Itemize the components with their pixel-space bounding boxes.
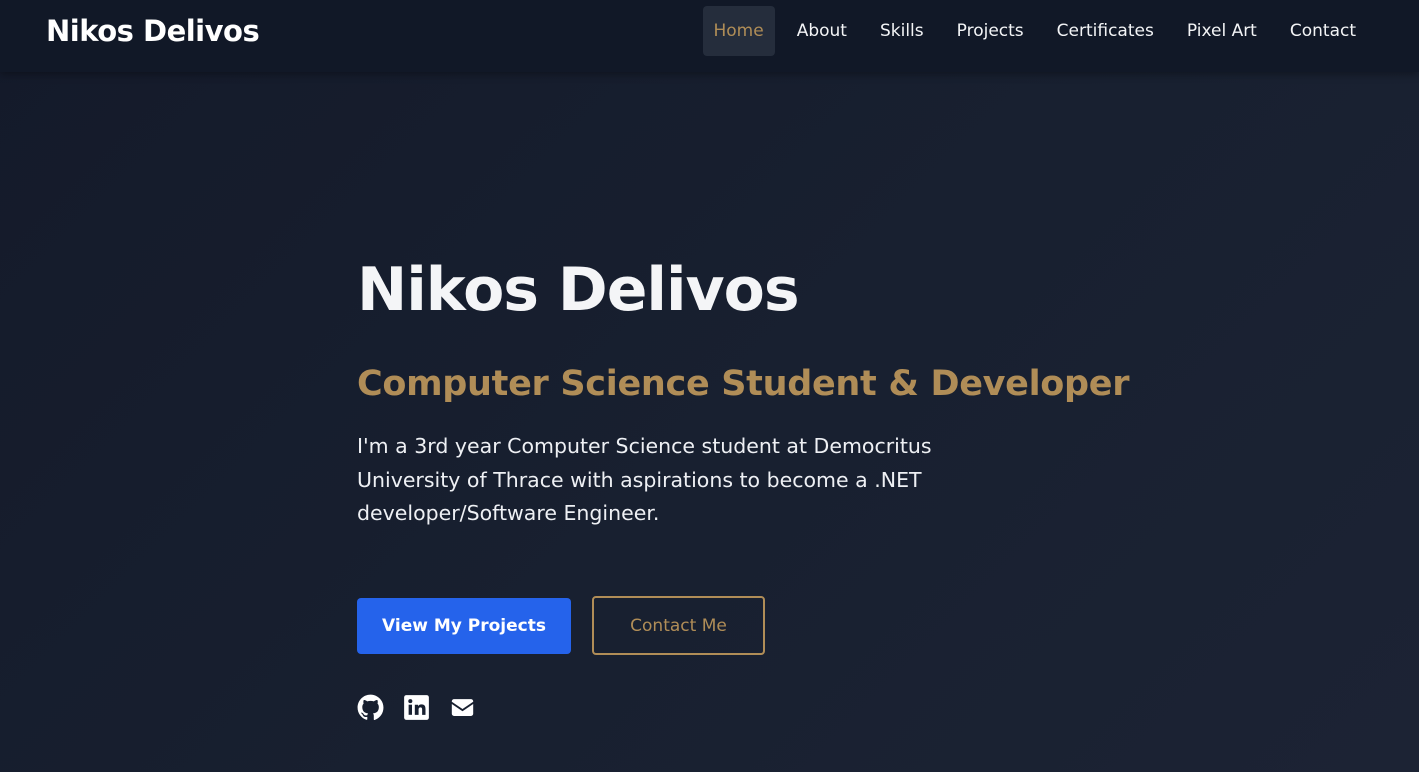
envelope-icon [449, 694, 476, 721]
hero-subtitle: Computer Science Student & Developer [357, 364, 1130, 404]
hero-section: Nikos Delivos Computer Science Student &… [357, 252, 1130, 531]
nav-item-about[interactable]: About [786, 6, 858, 56]
hero-description: I'm a 3rd year Computer Science student … [357, 434, 932, 525]
email-link[interactable] [449, 694, 476, 721]
nav-item-projects[interactable]: Projects [946, 6, 1035, 56]
nav-item-home[interactable]: Home [702, 6, 775, 56]
navbar: Nikos Delivos Home About Skills Projects… [0, 0, 1419, 72]
linkedin-icon [403, 694, 430, 721]
social-links [357, 694, 495, 721]
nav-item-certificates[interactable]: Certificates [1046, 6, 1165, 56]
nav-item-contact[interactable]: Contact [1279, 6, 1367, 56]
nav-item-skills[interactable]: Skills [869, 6, 935, 56]
nav-menu: Home About Skills Projects Certificates … [692, 6, 1368, 56]
page: Nikos Delivos Home About Skills Projects… [0, 0, 1419, 772]
nav-item-pixel-art[interactable]: Pixel Art [1176, 6, 1268, 56]
brand-logo[interactable]: Nikos Delivos [46, 12, 260, 50]
hero-actions: View My Projects Contact Me [357, 596, 765, 655]
linkedin-link[interactable] [403, 694, 430, 721]
github-icon [357, 694, 384, 721]
github-link[interactable] [357, 694, 384, 721]
view-projects-button[interactable]: View My Projects [357, 597, 571, 654]
contact-me-button[interactable]: Contact Me [592, 596, 765, 655]
hero-title: Nikos Delivos [357, 255, 800, 325]
